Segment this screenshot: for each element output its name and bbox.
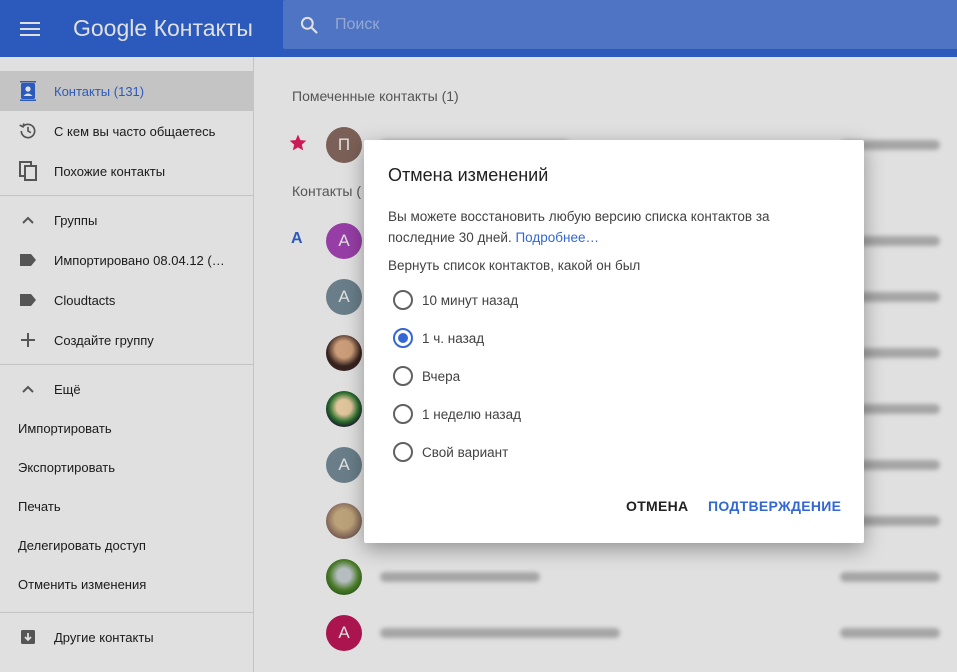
dialog-subtitle: Вернуть список контактов, какой он был: [388, 258, 641, 273]
radio-button[interactable]: [393, 442, 413, 462]
confirm-button[interactable]: ПОДТВЕРЖДЕНИЕ: [708, 498, 841, 514]
option-label: 1 ч. назад: [422, 330, 485, 346]
learn-more-link[interactable]: Подробнее…: [515, 230, 599, 245]
option-label: Свой вариант: [422, 444, 509, 460]
option-yesterday[interactable]: Вчера: [393, 365, 460, 387]
option-custom[interactable]: Свой вариант: [393, 441, 508, 463]
dialog-description: Вы можете восстановить любую версию спис…: [388, 206, 828, 248]
radio-button[interactable]: [393, 404, 413, 424]
undo-changes-dialog: Отмена изменений Вы можете восстановить …: [364, 140, 864, 543]
option-1-week[interactable]: 1 неделю назад: [393, 403, 521, 425]
radio-button[interactable]: [393, 366, 413, 386]
radio-button[interactable]: [393, 290, 413, 310]
radio-button-selected[interactable]: [393, 328, 413, 348]
option-label: 1 неделю назад: [422, 406, 522, 422]
option-10-minutes[interactable]: 10 минут назад: [393, 289, 518, 311]
option-1-hour[interactable]: 1 ч. назад: [393, 327, 484, 349]
cancel-button[interactable]: ОТМЕНА: [626, 498, 688, 514]
option-label: Вчера: [422, 368, 461, 384]
dialog-title: Отмена изменений: [388, 165, 549, 185]
option-label: 10 минут назад: [422, 292, 519, 308]
